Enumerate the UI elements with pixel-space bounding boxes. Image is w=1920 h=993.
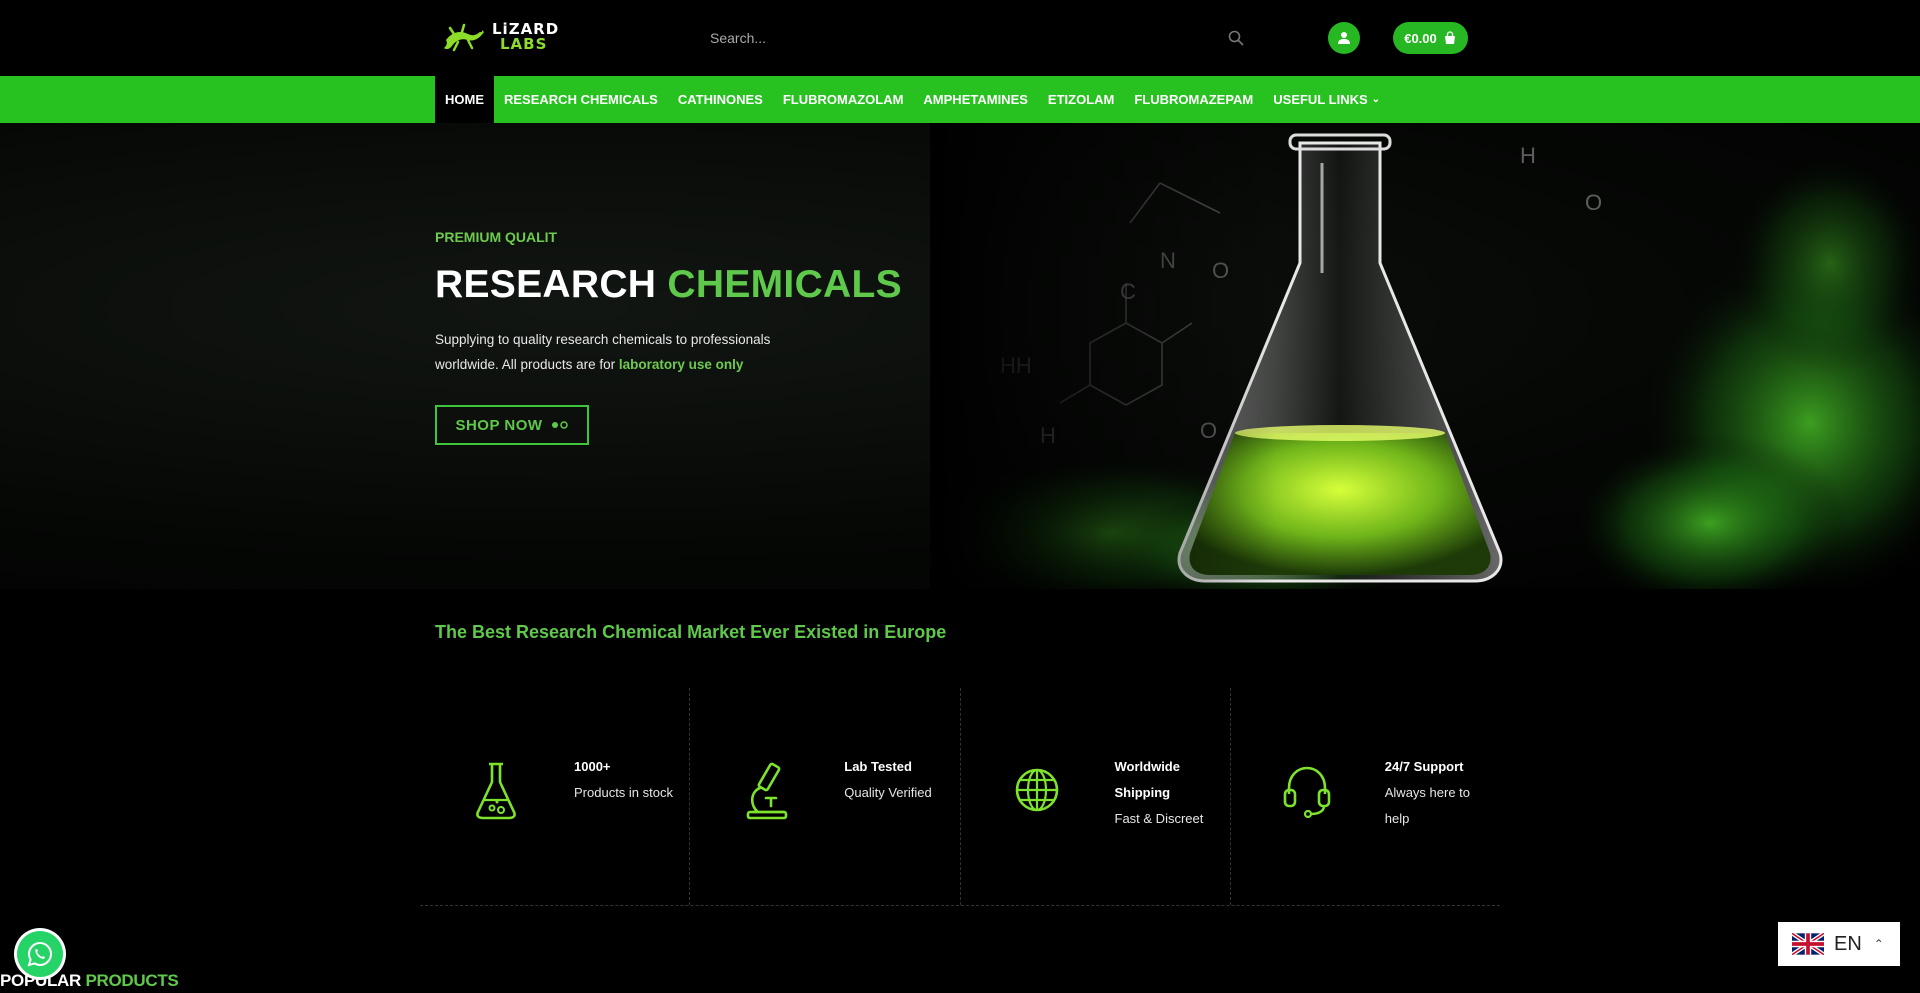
language-switcher[interactable]: EN ⌃	[1778, 922, 1900, 966]
nav-item-flubromazepam[interactable]: FLUBROMAZEPAM	[1124, 76, 1263, 123]
logo-line-2: LABS	[500, 35, 548, 53]
feature-item: Worldwide Shipping Fast & Discreet	[959, 688, 1230, 905]
shopping-bag-icon	[1444, 31, 1455, 44]
hero-banner: C N O O H HH OH H H O PREMIUM Q	[0, 123, 1920, 589]
cart-total: €0.00	[1404, 30, 1437, 46]
feature-subtitle: Products in stock	[574, 785, 673, 800]
nav-item-home[interactable]: HOME	[435, 76, 494, 123]
search-icon	[1228, 30, 1244, 46]
language-code: EN	[1834, 932, 1862, 955]
whatsapp-icon	[27, 941, 53, 967]
nav-label: AMPHETAMINES	[923, 92, 1028, 107]
nav-item-useful-links[interactable]: USEFUL LINKS ⌄	[1263, 76, 1390, 123]
feature-subtitle: Fast & Discreet	[1114, 811, 1204, 826]
popular-part-2: PRODUCTS	[85, 971, 179, 990]
nav-item-research-chemicals[interactable]: RESEARCH CHEMICALS	[494, 76, 668, 123]
feature-item: 1000+ Products in stock	[420, 688, 689, 905]
shop-now-button[interactable]: SHOP NOW	[435, 405, 589, 445]
microscope-icon	[746, 762, 788, 820]
features-row: 1000+ Products in stock Lab Tested Quali…	[420, 688, 1500, 906]
headset-icon	[1283, 766, 1331, 819]
nav-label: ETIZOLAM	[1047, 92, 1115, 107]
flask-icon	[476, 762, 516, 820]
nav-label: CATHINONES	[677, 92, 763, 107]
nav-label: HOME	[445, 92, 484, 107]
uk-flag-icon	[1792, 933, 1824, 955]
hero-desc-line-1: Supplying to quality research chemicals …	[435, 332, 771, 347]
feature-title: 24/7 Support	[1384, 759, 1464, 774]
nav-label: FLUBROMAZEPAM	[1134, 92, 1254, 107]
hero-title-part-2: CHEMICALS	[667, 263, 902, 306]
user-icon	[1338, 32, 1350, 44]
hero-kicker: PREMIUM QUALIT	[435, 229, 558, 245]
nav-item-cathinones[interactable]: CATHINONES	[668, 76, 773, 123]
hero-desc-line-2: worldwide. All products are for	[435, 357, 616, 372]
chevron-down-icon: ⌄	[1371, 94, 1381, 105]
feature-item: 24/7 Support Always here to help	[1229, 688, 1500, 905]
page: LiZARD LABS €0.00	[0, 0, 1920, 993]
site-header: LiZARD LABS €0.00	[0, 0, 1920, 76]
tagline: The Best Research Chemical Market Ever E…	[435, 622, 947, 642]
flask-smoke-illustration: C N O O H HH OH H H O	[930, 123, 1920, 589]
hero-title: RESEARCH CHEMICALS	[435, 263, 902, 307]
nav-label: RESEARCH CHEMICALS	[504, 92, 658, 107]
nav-item-flubromazolam[interactable]: FLUBROMAZOLAM	[773, 76, 914, 123]
feature-item: Lab Tested Quality Verified	[689, 688, 959, 905]
nav-item-amphetamines[interactable]: AMPHETAMINES	[913, 76, 1037, 123]
hero-title-part-1: RESEARCH	[435, 263, 657, 306]
nav-item-etizolam[interactable]: ETIZOLAM	[1038, 76, 1124, 123]
main-navigation: HOME RESEARCH CHEMICALS CATHINONES FLUBR…	[0, 76, 1920, 123]
feature-title: Lab Tested	[844, 759, 912, 774]
search-bar	[698, 22, 1252, 54]
chevron-up-icon: ⌃	[1873, 937, 1884, 951]
dots-icon	[551, 421, 568, 429]
feature-title: Worldwide Shipping	[1114, 759, 1180, 800]
logo[interactable]: LiZARD LABS	[442, 18, 582, 56]
search-button[interactable]	[1220, 22, 1252, 54]
feature-subtitle: Always here to help	[1384, 785, 1471, 826]
whatsapp-button[interactable]	[14, 928, 66, 980]
account-button[interactable]	[1328, 22, 1360, 54]
hero-desc-highlight: laboratory use only	[618, 357, 744, 372]
search-input[interactable]	[698, 22, 1220, 54]
globe-icon	[1015, 768, 1058, 812]
shop-now-label: SHOP NOW	[455, 416, 543, 434]
cart-button[interactable]: €0.00	[1393, 22, 1468, 54]
hero-description: Supplying to quality research chemicals …	[435, 327, 815, 377]
feature-subtitle: Quality Verified	[844, 785, 932, 800]
nav-label: USEFUL LINKS	[1273, 92, 1368, 107]
feature-title: 1000+	[574, 759, 611, 774]
lizard-icon	[444, 23, 484, 52]
nav-label: FLUBROMAZOLAM	[782, 92, 904, 107]
